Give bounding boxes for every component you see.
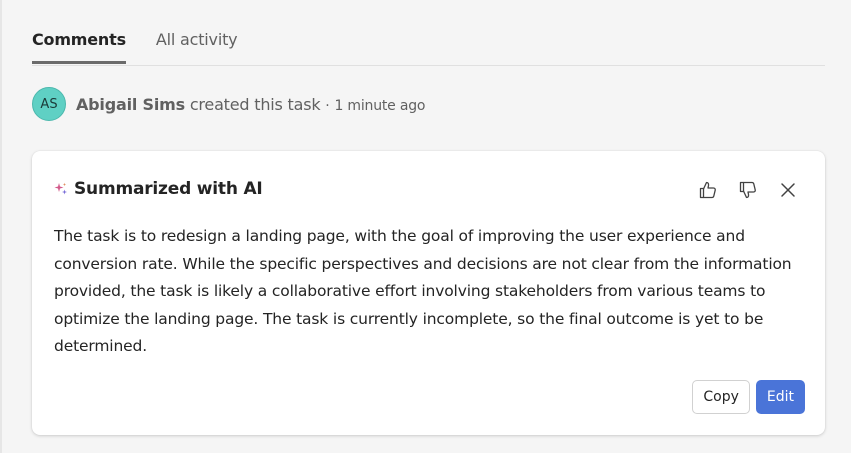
panel-edge: [0, 0, 2, 453]
thumbs-down-icon: [739, 181, 756, 199]
card-footer: Copy Edit: [692, 380, 805, 414]
card-actions: [693, 177, 803, 203]
close-button[interactable]: [773, 177, 803, 203]
tab-all-activity[interactable]: All activity: [156, 26, 238, 64]
close-icon: [781, 183, 795, 197]
tabs-divider: [32, 65, 825, 66]
edit-button[interactable]: Edit: [755, 380, 805, 414]
thumbs-down-button[interactable]: [733, 177, 763, 203]
activity-time: 1 minute ago: [334, 97, 426, 114]
activity-entry: AS Abigail Sims created this task · 1 mi…: [32, 87, 425, 121]
activity-separator: ·: [325, 97, 330, 114]
activity-action: created this task: [189, 94, 321, 114]
card-header: Summarized with AI: [54, 179, 263, 199]
thumbs-up-button[interactable]: [693, 177, 723, 203]
summary-text: The task is to redesign a landing page, …: [54, 227, 792, 355]
thumbs-up-icon: [699, 181, 716, 199]
user-name[interactable]: Abigail Sims: [76, 95, 185, 114]
sparkle-icon: [54, 182, 67, 195]
avatar[interactable]: AS: [32, 87, 66, 121]
ai-summary-card: Summarized with AI The task is to redesi…: [32, 151, 825, 435]
card-title: Summarized with AI: [74, 179, 263, 199]
tab-bar: Comments All activity: [32, 26, 238, 64]
copy-button[interactable]: Copy: [692, 380, 750, 414]
activity-text: Abigail Sims created this task · 1 minut…: [76, 95, 425, 114]
tab-comments[interactable]: Comments: [32, 26, 126, 64]
